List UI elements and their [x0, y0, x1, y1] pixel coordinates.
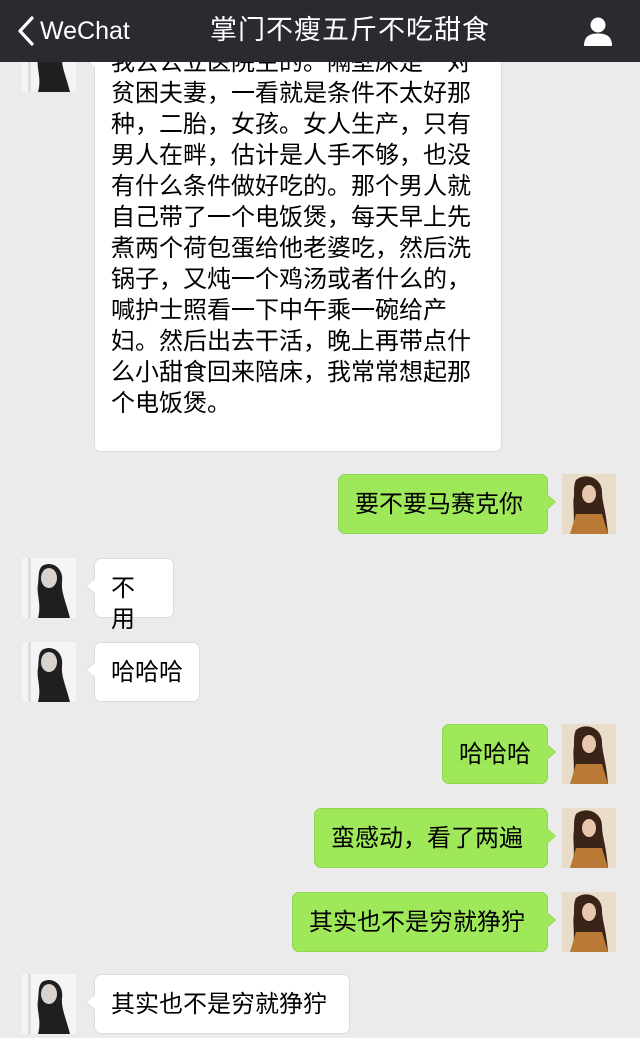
- message-bubble[interactable]: 要不要马赛克你: [338, 474, 556, 534]
- contact-avatar[interactable]: [22, 62, 76, 92]
- avatar-photo-icon: [562, 724, 616, 784]
- message-bubble[interactable]: 哈哈哈: [442, 724, 556, 784]
- message-bubble[interactable]: 其实也不是穷就狰狞: [86, 974, 350, 1034]
- message-bubble[interactable]: 蛮感动，看了两遍: [314, 808, 556, 868]
- message-bubble[interactable]: 哈哈哈: [86, 642, 200, 702]
- avatar-photo-icon: [22, 558, 76, 618]
- self-avatar[interactable]: [562, 808, 616, 868]
- chevron-left-icon: [18, 16, 34, 46]
- user-icon: [584, 17, 612, 46]
- self-avatar[interactable]: [562, 474, 616, 534]
- self-avatar[interactable]: [562, 724, 616, 784]
- back-label: WeChat: [40, 16, 130, 45]
- message-bubble[interactable]: 不用: [86, 558, 174, 633]
- contact-avatar[interactable]: [22, 974, 76, 1034]
- profile-button[interactable]: [582, 15, 614, 47]
- message-bubble[interactable]: 我去公立医院生的。隔壁床是一对 贫困夫妻，一看就是条件不太好那 种，二胎，女孩。…: [86, 62, 502, 452]
- avatar-photo-icon: [22, 974, 76, 1034]
- avatar-photo-icon: [562, 892, 616, 952]
- avatar-photo-icon: [562, 808, 616, 868]
- message-bubble[interactable]: 其实也不是穷就狰狞: [292, 892, 556, 952]
- avatar-photo-icon: [22, 62, 76, 92]
- chat-header: WeChat 掌门不瘦五斤不吃甜食: [0, 0, 640, 62]
- avatar-photo-icon: [22, 642, 76, 702]
- contact-avatar[interactable]: [22, 558, 76, 618]
- back-button[interactable]: WeChat: [18, 0, 130, 62]
- chat-title: 掌门不瘦五斤不吃甜食: [210, 15, 490, 46]
- message-list[interactable]: 我去公立医院生的。隔壁床是一对 贫困夫妻，一看就是条件不太好那 种，二胎，女孩。…: [0, 62, 640, 1038]
- self-avatar[interactable]: [562, 892, 616, 952]
- contact-avatar[interactable]: [22, 642, 76, 702]
- avatar-photo-icon: [562, 474, 616, 534]
